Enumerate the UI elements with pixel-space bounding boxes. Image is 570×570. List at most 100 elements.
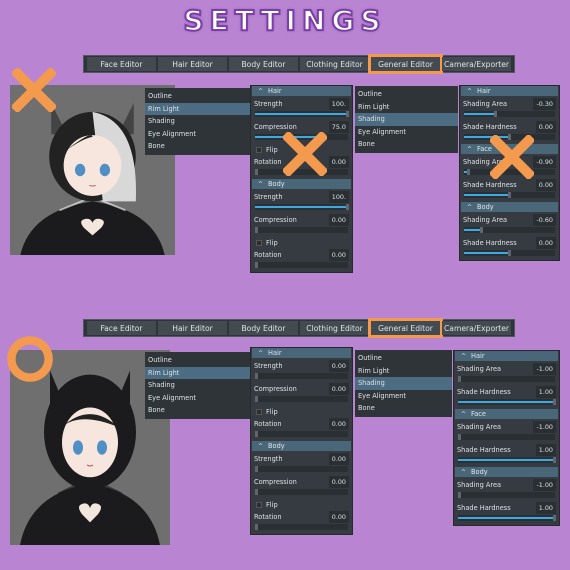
menu-item-eye-alignment[interactable]: Eye Alignment bbox=[355, 126, 458, 139]
flip-checkbox[interactable]: Flip bbox=[252, 499, 351, 511]
slider-handle[interactable] bbox=[255, 431, 258, 437]
group-header-hair[interactable]: ^ Hair bbox=[461, 86, 558, 96]
slider-handle[interactable] bbox=[553, 399, 556, 405]
slider-handle[interactable] bbox=[553, 457, 556, 463]
slider-handle[interactable] bbox=[507, 250, 511, 256]
group-header-body[interactable]: ^ Body bbox=[252, 441, 351, 451]
setting-value-input[interactable]: -1.00 bbox=[533, 363, 556, 375]
flip-checkbox[interactable]: Flip bbox=[252, 237, 351, 249]
setting-slider[interactable] bbox=[255, 227, 348, 233]
menu-item-rim-light[interactable]: Rim Light bbox=[355, 101, 458, 114]
slider-handle[interactable] bbox=[255, 396, 258, 402]
setting-slider[interactable] bbox=[458, 434, 555, 440]
setting-value-input[interactable]: -0.90 bbox=[533, 156, 556, 168]
setting-slider[interactable] bbox=[464, 111, 555, 117]
slider-handle[interactable] bbox=[346, 111, 349, 117]
setting-value-input[interactable]: 0.00 bbox=[328, 418, 349, 430]
slider-handle[interactable] bbox=[507, 192, 511, 198]
setting-slider[interactable] bbox=[255, 111, 349, 117]
tab-body-editor[interactable]: Body Editor bbox=[229, 321, 298, 335]
slider-handle[interactable] bbox=[553, 515, 556, 521]
slider-handle[interactable] bbox=[346, 204, 349, 210]
tab-camera-exporter[interactable]: Camera/Exporter bbox=[442, 57, 511, 71]
checkbox[interactable] bbox=[256, 409, 262, 415]
group-header-face[interactable]: ^ Face bbox=[455, 409, 558, 419]
setting-slider[interactable] bbox=[458, 399, 556, 405]
setting-value-input[interactable]: 0.00 bbox=[328, 360, 349, 372]
slider-handle[interactable] bbox=[255, 169, 258, 175]
setting-value-input[interactable]: -1.00 bbox=[533, 479, 556, 491]
setting-value-input[interactable]: 1.00 bbox=[535, 502, 556, 514]
slider-handle[interactable] bbox=[480, 227, 484, 233]
flip-checkbox[interactable]: Flip bbox=[252, 406, 351, 418]
setting-value-input[interactable]: 0.00 bbox=[535, 179, 556, 191]
slider-handle[interactable] bbox=[255, 466, 258, 472]
slider-handle[interactable] bbox=[255, 489, 258, 495]
setting-slider[interactable] bbox=[464, 227, 555, 233]
tab-body-editor[interactable]: Body Editor bbox=[229, 57, 298, 71]
setting-value-input[interactable]: 0.00 bbox=[328, 453, 349, 465]
slider-handle[interactable] bbox=[255, 262, 258, 268]
setting-value-input[interactable]: 0.00 bbox=[328, 476, 349, 488]
setting-slider[interactable] bbox=[255, 262, 348, 268]
setting-value-input[interactable]: 75.0 bbox=[328, 121, 349, 133]
menu-item-bone[interactable]: Bone bbox=[145, 140, 250, 153]
tab-face-editor[interactable]: Face Editor bbox=[87, 57, 156, 71]
menu-item-bone[interactable]: Bone bbox=[355, 402, 452, 415]
tab-clothing-editor[interactable]: Clothing Editor bbox=[300, 321, 369, 335]
setting-slider[interactable] bbox=[255, 373, 348, 379]
setting-slider[interactable] bbox=[255, 524, 348, 530]
menu-item-shading[interactable]: Shading bbox=[145, 115, 250, 128]
group-header-hair[interactable]: ^ Hair bbox=[252, 348, 351, 358]
slider-handle[interactable] bbox=[466, 169, 470, 175]
tab-clothing-editor[interactable]: Clothing Editor bbox=[300, 57, 369, 71]
setting-value-input[interactable]: 0.00 bbox=[328, 249, 349, 261]
setting-value-input[interactable]: 1.00 bbox=[535, 386, 556, 398]
menu-item-shading[interactable]: Shading bbox=[355, 377, 452, 390]
menu-item-bone[interactable]: Bone bbox=[145, 404, 250, 417]
menu-item-eye-alignment[interactable]: Eye Alignment bbox=[355, 390, 452, 403]
menu-item-shading[interactable]: Shading bbox=[355, 113, 458, 126]
setting-value-input[interactable]: 0.00 bbox=[328, 511, 349, 523]
setting-slider[interactable] bbox=[255, 431, 348, 437]
menu-item-bone[interactable]: Bone bbox=[355, 138, 458, 151]
setting-value-input[interactable]: 0.00 bbox=[535, 121, 556, 133]
menu-item-rim-light[interactable]: Rim Light bbox=[145, 366, 250, 379]
setting-slider[interactable] bbox=[255, 204, 349, 210]
setting-slider[interactable] bbox=[255, 466, 348, 472]
slider-handle[interactable] bbox=[255, 373, 258, 379]
group-header-body[interactable]: ^ Body bbox=[461, 202, 558, 212]
tab-general-editor[interactable]: General Editor bbox=[368, 54, 443, 74]
menu-item-outline[interactable]: Outline bbox=[145, 90, 250, 103]
slider-handle[interactable] bbox=[493, 111, 497, 117]
slider-handle[interactable] bbox=[255, 227, 258, 233]
tab-general-editor[interactable]: General Editor bbox=[368, 318, 443, 338]
setting-value-input[interactable]: 1.00 bbox=[535, 444, 556, 456]
slider-handle[interactable] bbox=[458, 376, 461, 382]
setting-slider[interactable] bbox=[458, 515, 556, 521]
tab-face-editor[interactable]: Face Editor bbox=[87, 321, 156, 335]
checkbox[interactable] bbox=[256, 502, 262, 508]
tab-hair-editor[interactable]: Hair Editor bbox=[158, 57, 227, 71]
menu-item-rim-light[interactable]: Rim Light bbox=[355, 365, 452, 378]
setting-value-input[interactable]: 100. bbox=[328, 191, 349, 203]
setting-slider[interactable] bbox=[464, 192, 555, 198]
setting-slider[interactable] bbox=[464, 250, 555, 256]
setting-slider[interactable] bbox=[458, 376, 555, 382]
menu-item-outline[interactable]: Outline bbox=[355, 88, 458, 101]
setting-slider[interactable] bbox=[255, 396, 348, 402]
group-header-body[interactable]: ^ Body bbox=[455, 467, 558, 477]
setting-value-input[interactable]: -0.60 bbox=[533, 214, 556, 226]
tab-camera-exporter[interactable]: Camera/Exporter bbox=[442, 321, 511, 335]
setting-value-input[interactable]: -0.30 bbox=[533, 98, 556, 110]
checkbox[interactable] bbox=[256, 147, 262, 153]
setting-slider[interactable] bbox=[255, 489, 348, 495]
group-header-hair[interactable]: ^ Hair bbox=[252, 86, 351, 96]
setting-value-input[interactable]: 100. bbox=[328, 98, 349, 110]
setting-slider[interactable] bbox=[458, 457, 556, 463]
setting-value-input[interactable]: 0.00 bbox=[535, 237, 556, 249]
setting-value-input[interactable]: 0.00 bbox=[328, 156, 349, 168]
menu-item-shading[interactable]: Shading bbox=[145, 379, 250, 392]
group-header-body[interactable]: ^ Body bbox=[252, 179, 351, 189]
group-header-hair[interactable]: ^ Hair bbox=[455, 351, 558, 361]
